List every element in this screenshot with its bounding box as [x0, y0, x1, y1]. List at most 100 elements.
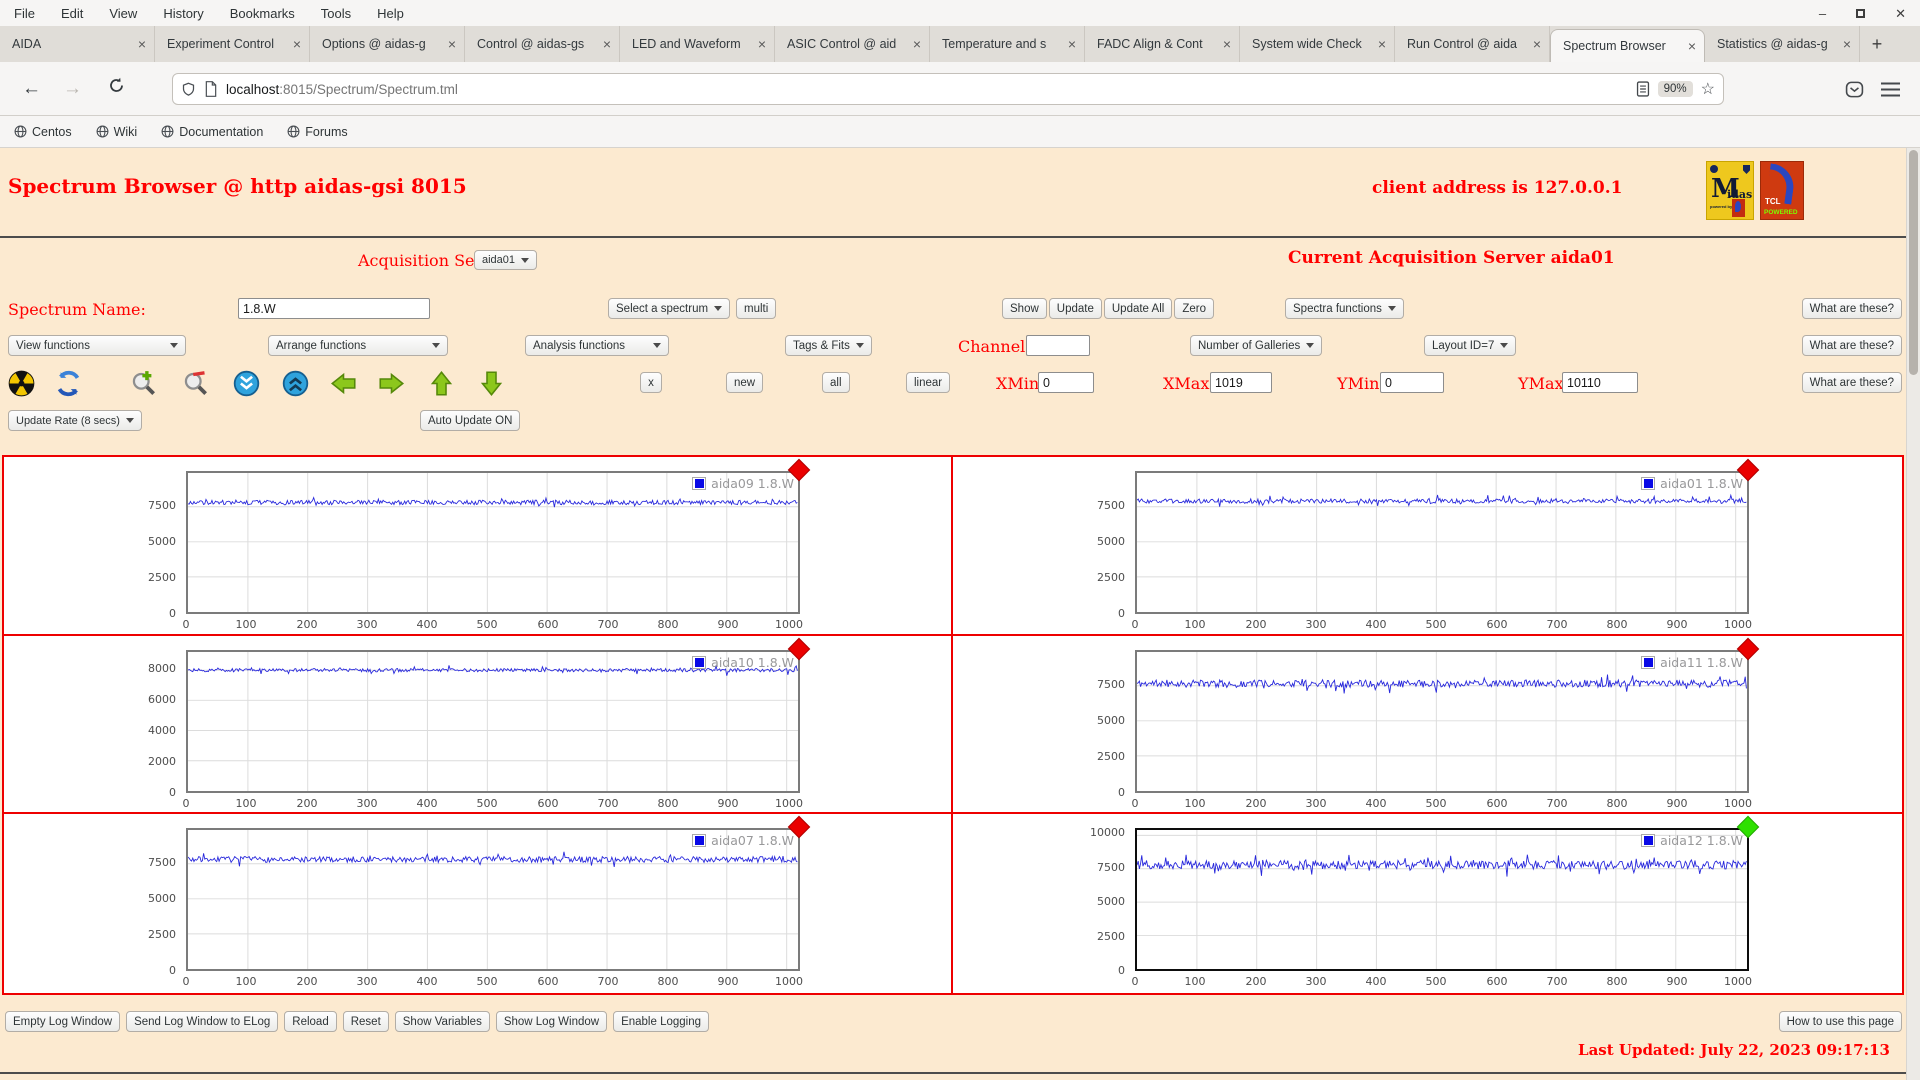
- tab-fadc-align-cont[interactable]: FADC Align & Cont ×: [1085, 26, 1240, 62]
- ymin-input[interactable]: [1380, 372, 1444, 393]
- enable-logging-button[interactable]: Enable Logging: [613, 1011, 710, 1032]
- auto-update-button[interactable]: Auto Update ON: [420, 410, 521, 431]
- chart-plot[interactable]: [1135, 471, 1749, 614]
- radiation-icon[interactable]: [8, 370, 35, 397]
- menu-file[interactable]: File: [14, 6, 35, 21]
- bookmark-documentation[interactable]: Documentation: [161, 125, 263, 139]
- maximize-icon[interactable]: [1856, 8, 1866, 18]
- tab-close-icon[interactable]: ×: [444, 36, 456, 52]
- tab-close-icon[interactable]: ×: [1839, 36, 1851, 52]
- pocket-icon[interactable]: [1845, 80, 1864, 99]
- tab-close-icon[interactable]: ×: [599, 36, 611, 52]
- tab-close-icon[interactable]: ×: [1684, 38, 1696, 54]
- chart-plot[interactable]: [1135, 828, 1749, 972]
- zoom-out-icon[interactable]: [182, 370, 209, 397]
- show-variables-button[interactable]: Show Variables: [394, 1011, 490, 1032]
- send-log-window-to-elog-button[interactable]: Send Log Window to ELog: [126, 1011, 279, 1032]
- tab-run-control-aida[interactable]: Run Control @ aida ×: [1395, 26, 1550, 62]
- tab-close-icon[interactable]: ×: [134, 36, 146, 52]
- tab-statistics-aidas-g[interactable]: Statistics @ aidas-g ×: [1705, 26, 1860, 62]
- new-tab-button[interactable]: +: [1860, 26, 1894, 62]
- tab-system-wide-check[interactable]: System wide Check ×: [1240, 26, 1395, 62]
- x-button[interactable]: x: [640, 372, 662, 393]
- chart-plot[interactable]: [186, 828, 800, 972]
- tab-aida[interactable]: AIDA ×: [0, 26, 155, 62]
- chart-cell-4[interactable]: 0 2500 5000 7500 0 100 200 300 400 500 600 700 800 90…: [953, 635, 1902, 815]
- tab-temperature-and-s[interactable]: Temperature and s ×: [930, 26, 1085, 62]
- chart-plot[interactable]: [186, 649, 800, 793]
- expand-down-icon[interactable]: [233, 370, 260, 397]
- page-scrollbar[interactable]: [1906, 148, 1920, 1080]
- menu-tools[interactable]: Tools: [321, 6, 351, 21]
- tab-close-icon[interactable]: ×: [754, 36, 766, 52]
- chart-cell-2[interactable]: 0 2500 5000 7500 0 100 200 300 400 500 600 700 800 90…: [953, 457, 1902, 636]
- xmin-input[interactable]: [1038, 372, 1094, 393]
- spectrum-name-input[interactable]: [238, 298, 430, 319]
- tab-asic-control-aid[interactable]: ASIC Control @ aid ×: [775, 26, 930, 62]
- arrow-right-icon[interactable]: [378, 370, 405, 397]
- chart-plot[interactable]: [186, 471, 800, 614]
- reload-button[interactable]: Reload: [284, 1011, 337, 1032]
- menu-history[interactable]: History: [163, 6, 203, 21]
- update-all-button[interactable]: Update All: [1103, 298, 1173, 319]
- reader-mode-icon[interactable]: [1636, 81, 1650, 97]
- what-are-these-button-1[interactable]: What are these?: [1801, 298, 1902, 319]
- chart-cell-5[interactable]: 0 2500 5000 7500 0 100 200 300 400 500 600 700 800 90…: [4, 814, 953, 993]
- xmax-input[interactable]: [1210, 372, 1272, 393]
- layout-id-dropdown[interactable]: Layout ID=7: [1424, 335, 1517, 356]
- back-icon[interactable]: ←: [22, 78, 41, 100]
- analysis-functions-dropdown[interactable]: Analysis functions: [525, 335, 669, 356]
- reset-button[interactable]: Reset: [342, 1011, 389, 1032]
- tab-close-icon[interactable]: ×: [1219, 36, 1231, 52]
- linear-button[interactable]: linear: [906, 372, 951, 393]
- forward-icon[interactable]: →: [63, 78, 82, 100]
- tab-control-aidas-gs[interactable]: Control @ aidas-gs ×: [465, 26, 620, 62]
- chart-plot[interactable]: [1135, 649, 1749, 793]
- all-button[interactable]: all: [822, 372, 850, 393]
- tab-close-icon[interactable]: ×: [1064, 36, 1076, 52]
- multi-button[interactable]: multi: [736, 298, 777, 319]
- collapse-up-icon[interactable]: [282, 370, 309, 397]
- url-bar[interactable]: localhost:8015/Spectrum/Spectrum.tml 90%…: [172, 73, 1724, 105]
- new-button[interactable]: new: [726, 372, 764, 393]
- arrow-up-icon[interactable]: [428, 370, 455, 397]
- tags-fits-dropdown[interactable]: Tags & Fits: [785, 335, 872, 356]
- chart-cell-1[interactable]: 0 2500 5000 7500 0 100 200 300 400 500 600 700 800 90…: [4, 457, 953, 636]
- close-icon[interactable]: ✕: [1895, 7, 1906, 20]
- arrange-functions-dropdown[interactable]: Arrange functions: [268, 335, 448, 356]
- zoom-in-icon[interactable]: [130, 370, 157, 397]
- acquisition-server-select[interactable]: aida01: [474, 250, 538, 270]
- update-button[interactable]: Update: [1048, 298, 1102, 319]
- zoom-level-badge[interactable]: 90%: [1657, 81, 1693, 97]
- view-functions-dropdown[interactable]: View functions: [8, 335, 186, 356]
- menu-bookmarks[interactable]: Bookmarks: [230, 6, 295, 21]
- menu-view[interactable]: View: [109, 6, 137, 21]
- arrow-down-icon[interactable]: [478, 370, 505, 397]
- chart-cell-3[interactable]: 0 2000 4000 6000 8000 0 100 200 300 400 500 600 700 8…: [4, 635, 953, 815]
- ymax-input[interactable]: [1562, 372, 1638, 393]
- number-of-galleries-dropdown[interactable]: Number of Galleries: [1190, 335, 1323, 356]
- update-rate-dropdown[interactable]: Update Rate (8 secs): [8, 410, 142, 431]
- empty-log-window-button[interactable]: Empty Log Window: [5, 1011, 121, 1032]
- url-text[interactable]: localhost:8015/Spectrum/Spectrum.tml: [226, 82, 1636, 97]
- reload-icon[interactable]: [108, 77, 125, 100]
- minimize-icon[interactable]: –: [1819, 7, 1826, 20]
- refresh-icon[interactable]: [55, 370, 82, 397]
- what-are-these-button-2[interactable]: What are these?: [1801, 335, 1902, 356]
- scrollbar-thumb[interactable]: [1909, 150, 1918, 375]
- chart-cell-6[interactable]: 0 2500 5000 7500 10000 0 100 200 300 400 500 600 700…: [953, 814, 1902, 993]
- spectra-functions-dropdown[interactable]: Spectra functions: [1285, 298, 1404, 319]
- tab-spectrum-browser[interactable]: Spectrum Browser ×: [1550, 29, 1705, 62]
- tab-options-aidas-g[interactable]: Options @ aidas-g ×: [310, 26, 465, 62]
- hamburger-menu-icon[interactable]: [1881, 82, 1900, 97]
- tab-led-and-waveform[interactable]: LED and Waveform ×: [620, 26, 775, 62]
- menu-edit[interactable]: Edit: [61, 6, 83, 21]
- what-are-these-button-3[interactable]: What are these?: [1801, 372, 1902, 393]
- show-log-window-button[interactable]: Show Log Window: [495, 1011, 608, 1032]
- bookmark-forums[interactable]: Forums: [287, 125, 348, 139]
- bookmark-wiki[interactable]: Wiki: [96, 125, 137, 139]
- tab-close-icon[interactable]: ×: [1374, 36, 1386, 52]
- channel-input[interactable]: [1026, 335, 1090, 356]
- tab-experiment-control[interactable]: Experiment Control ×: [155, 26, 310, 62]
- show-button[interactable]: Show: [1002, 298, 1047, 319]
